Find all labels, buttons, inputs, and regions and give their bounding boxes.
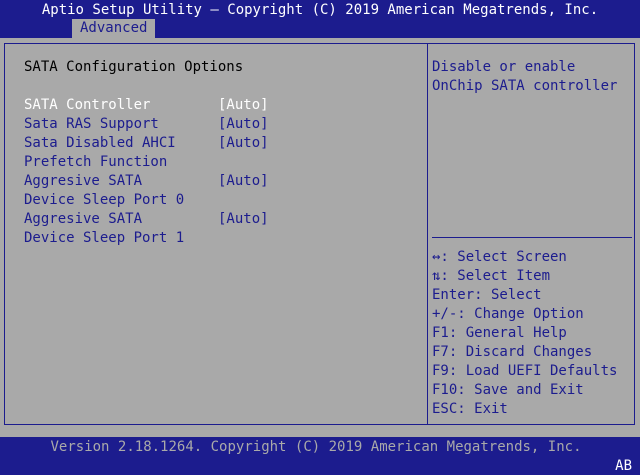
version-text: Version 2.18.1264. Copyright (C) 2019 Am…: [50, 439, 582, 455]
key-hint-save-exit: F10: Save and Exit: [432, 382, 584, 398]
option-sata-disabled-ahci-value[interactable]: [Auto]: [218, 134, 269, 153]
option-aggresive-sata-port0-value[interactable]: [Auto]: [218, 172, 269, 191]
option-sata-disabled-ahci-label-line2[interactable]: Prefetch Function: [24, 153, 167, 172]
option-aggresive-sata-port1-value[interactable]: [Auto]: [218, 210, 269, 229]
key-hint-load-defaults: F9: Load UEFI Defaults: [432, 363, 618, 379]
option-aggresive-sata-port1-label[interactable]: Aggresive SATA: [24, 210, 142, 229]
section-title: SATA Configuration Options: [24, 59, 244, 75]
option-aggresive-sata-port0-label-line2[interactable]: Device Sleep Port 0: [24, 191, 184, 210]
option-sata-disabled-ahci-label[interactable]: Sata Disabled AHCI: [24, 134, 176, 153]
key-hint-change-option: +/-: Change Option: [432, 306, 584, 322]
key-hint-select-screen: ↔: Select Screen: [432, 249, 567, 265]
key-hint-select-item: ⇅: Select Item: [432, 268, 551, 284]
help-text-line1: Disable or enable: [432, 59, 576, 75]
option-sata-ras-support-value[interactable]: [Auto]: [218, 115, 269, 134]
key-hint-general-help: F1: General Help: [432, 325, 567, 341]
key-hint-enter: Enter: Select: [432, 287, 542, 303]
key-hint-esc-exit: ESC: Exit: [432, 401, 508, 417]
app-title: Aptio Setup Utility – Copyright (C) 2019…: [41, 2, 599, 18]
key-hint-discard-changes: F7: Discard Changes: [432, 344, 593, 360]
option-aggresive-sata-port0-label[interactable]: Aggresive SATA: [24, 172, 142, 191]
corner-indicator: AB: [615, 458, 632, 474]
panel-divider-vertical: [427, 43, 428, 425]
title-bar: Aptio Setup Utility – Copyright (C) 2019…: [0, 0, 640, 38]
help-text-line2: OnChip SATA controller: [432, 78, 618, 94]
option-sata-ras-support-label[interactable]: Sata RAS Support: [24, 115, 159, 134]
help-divider-horizontal: [432, 237, 632, 238]
option-aggresive-sata-port1-label-line2[interactable]: Device Sleep Port 1: [24, 229, 184, 248]
tab-advanced[interactable]: Advanced: [72, 19, 156, 38]
footer-bar: Version 2.18.1264. Copyright (C) 2019 Am…: [0, 437, 640, 475]
option-sata-controller-value[interactable]: [Auto]: [218, 96, 269, 115]
option-sata-controller-label[interactable]: SATA Controller: [24, 96, 150, 115]
